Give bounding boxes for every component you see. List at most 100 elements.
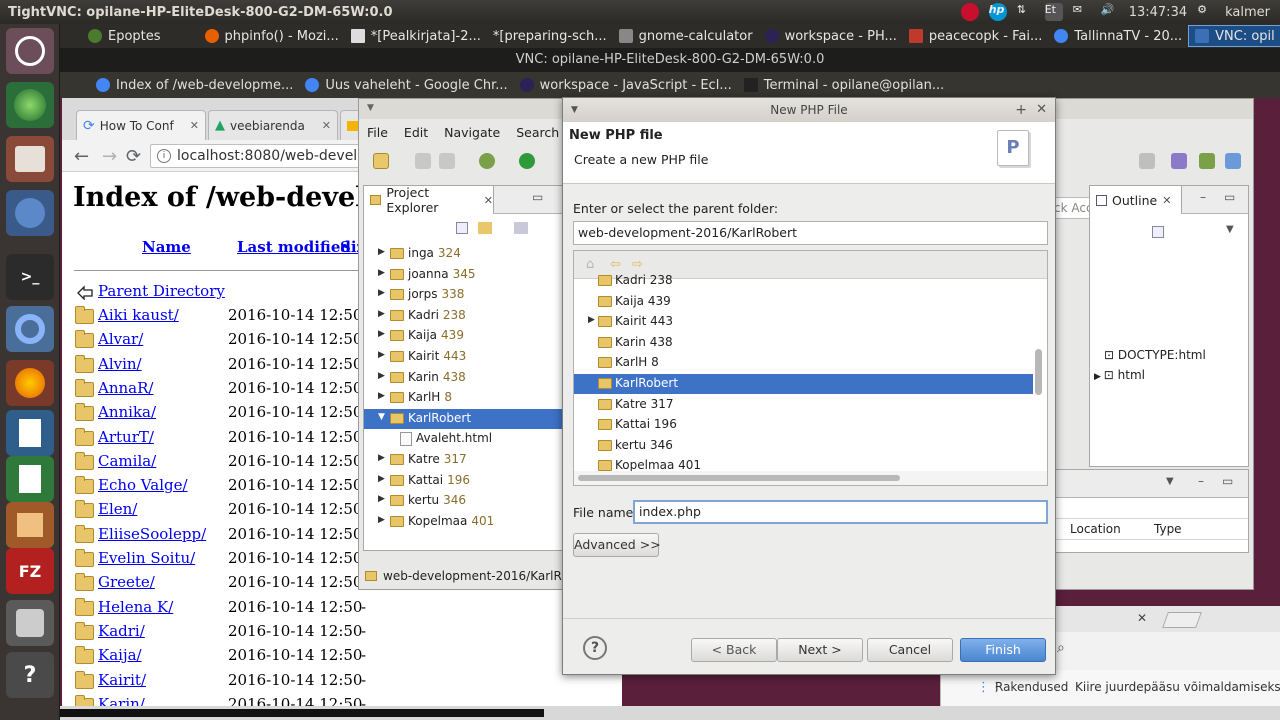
remote-task-terminal[interactable]: Terminal - opilane@opilan... — [738, 74, 951, 96]
task-phpinfo[interactable]: phpinfo() - Mozi... — [167, 25, 345, 47]
folder-tree-item[interactable]: KarlH 8 — [574, 353, 1033, 373]
directory-link[interactable]: Evelin Soitu/ — [98, 549, 195, 567]
chevron-right-icon[interactable]: ▶ — [378, 329, 385, 339]
chevron-right-icon[interactable]: ▶ — [378, 247, 385, 257]
menu-search[interactable]: Search — [508, 125, 567, 140]
directory-link[interactable]: Karin/ — [98, 695, 145, 706]
back-button[interactable]: < Back — [691, 638, 777, 662]
horizontal-scrollbar[interactable] — [574, 471, 1047, 485]
directory-link[interactable]: ArturT/ — [98, 428, 154, 446]
directory-link[interactable]: Elen/ — [98, 500, 137, 518]
impress-icon[interactable] — [6, 502, 54, 548]
new-tab-button[interactable] — [1162, 612, 1202, 628]
tree-item-folder[interactable]: ▶ KarlH 8 — [364, 388, 572, 408]
remote-task-index[interactable]: Index of /web-developme... — [60, 74, 299, 96]
tree-item-folder[interactable]: ▶ Kattai 196 — [364, 471, 572, 491]
terminal-icon[interactable]: >_ — [6, 254, 54, 300]
home-icon[interactable]: ⌂ — [586, 257, 594, 272]
remote-task-uus-vaheleht[interactable]: Uus vaheleht - Google Chr... — [299, 74, 513, 96]
clock[interactable]: 13:47:34 — [1129, 5, 1187, 20]
app-icon[interactable] — [6, 600, 54, 646]
debug-perspective-icon[interactable] — [1199, 153, 1215, 169]
column-type[interactable]: Type — [1154, 522, 1182, 536]
parent-directory-link[interactable]: Parent Directory — [98, 282, 225, 300]
remote-task-eclipse[interactable]: workspace - JavaScript - Ecl... — [514, 74, 738, 96]
directory-link[interactable]: Kaija/ — [98, 646, 142, 664]
chevron-right-icon[interactable]: ▶ — [378, 268, 385, 278]
task-peacecopk[interactable]: peacecopk - Fai... — [903, 25, 1048, 47]
file-name-input[interactable]: index.php — [633, 500, 1048, 524]
chevron-right-icon[interactable]: ▶ — [378, 494, 385, 504]
calc-icon[interactable] — [6, 456, 54, 502]
task-vnc[interactable]: VNC: opil — [1188, 25, 1280, 47]
save-icon[interactable] — [415, 153, 431, 169]
tree-item-folder[interactable]: ▼ KarlRobert — [364, 408, 572, 429]
close-icon[interactable]: ✕ — [190, 119, 199, 132]
tab-how-to-conf[interactable]: ⟳ How To Conf ✕ — [76, 110, 206, 140]
column-location[interactable]: Location — [1070, 522, 1121, 536]
help-icon[interactable]: ? — [583, 636, 607, 660]
tree-item-folder[interactable]: ▶ Kairit 443 — [364, 347, 572, 367]
close-icon[interactable]: ✕ — [484, 194, 493, 207]
view-menu-icon[interactable] — [514, 222, 528, 234]
files-icon[interactable] — [6, 136, 54, 182]
tree-item-folder[interactable]: ▶ Katre 317 — [364, 450, 572, 470]
tree-item-folder[interactable]: ▶ joanna 345 — [364, 265, 572, 285]
back-icon[interactable]: ⇦ — [610, 257, 621, 272]
directory-link[interactable]: EliiseSoolepp/ — [98, 525, 206, 543]
directory-link[interactable]: Alvin/ — [98, 355, 142, 373]
tab-outline[interactable]: Outline ✕ — [1090, 186, 1182, 214]
reload-button[interactable]: ⟳ — [126, 146, 141, 167]
task-calculator[interactable]: gnome-calculator — [613, 25, 759, 47]
record-icon[interactable] — [960, 3, 979, 21]
minimize-icon[interactable]: – — [1198, 474, 1204, 488]
chevron-right-icon[interactable]: ▶ — [378, 350, 385, 360]
link-editor-icon[interactable] — [478, 222, 492, 234]
web-perspective-icon[interactable] — [1225, 153, 1241, 169]
folder-tree-item[interactable]: ▶ Kairit 443 — [574, 312, 1033, 332]
view-menu-icon[interactable]: ▼ — [1226, 224, 1234, 235]
ubuntu-dash-icon[interactable] — [6, 28, 54, 74]
task-tallinnatv[interactable]: TallinnaTV - 20... — [1048, 25, 1188, 47]
advanced-button[interactable]: Advanced >> — [573, 533, 661, 557]
php-perspective-icon[interactable] — [1171, 153, 1187, 169]
user-name[interactable]: kalmer — [1225, 5, 1270, 20]
apps-link[interactable]: Rakendused — [995, 680, 1068, 694]
keyboard-layout[interactable]: Et — [1044, 3, 1063, 21]
folder-tree-item[interactable]: Kaija 439 — [574, 292, 1033, 312]
tree-item-folder[interactable]: ▶ Kopelmaa 401 — [364, 512, 572, 532]
directory-link[interactable]: Kairit/ — [98, 671, 146, 689]
chevron-right-icon[interactable]: ▶ — [378, 309, 385, 319]
writer-icon[interactable] — [6, 410, 54, 456]
expand-arrow-icon[interactable]: ▶ — [1094, 372, 1104, 382]
filezilla-icon[interactable]: FZ — [6, 548, 54, 594]
folder-tree-item[interactable]: Kadri 238 — [574, 271, 1033, 291]
folder-tree-item[interactable]: KarlRobert — [574, 374, 1033, 394]
folder-tree-item[interactable]: Karin 438 — [574, 333, 1033, 353]
perspective-icon[interactable] — [1139, 153, 1155, 169]
help-icon[interactable]: ? — [6, 652, 54, 698]
vnc-viewer-icon[interactable] — [6, 82, 54, 128]
thunderbird-icon[interactable] — [6, 190, 54, 236]
window-menu-icon[interactable]: ▼ — [571, 98, 578, 122]
chevron-right-icon[interactable]: ▶ — [378, 515, 385, 525]
minimize-icon[interactable]: ▭ — [532, 190, 543, 204]
scrollbar-thumb[interactable] — [578, 475, 900, 481]
tree-item-file[interactable]: Avaleht.html — [364, 429, 572, 449]
directory-link[interactable]: AnnaR/ — [98, 379, 153, 397]
forward-icon[interactable]: ⇨ — [632, 257, 643, 272]
finish-button[interactable]: Finish — [960, 638, 1046, 662]
gear-icon[interactable]: ⚙ — [1197, 3, 1215, 21]
folder-tree-item[interactable]: Kattai 196 — [574, 415, 1033, 435]
folder-tree-item[interactable]: kertu 346 — [574, 436, 1033, 456]
chevron-right-icon[interactable]: ▶ — [378, 371, 385, 381]
sort-by-modified-link[interactable]: Last modified — [237, 238, 351, 256]
close-icon[interactable]: ✕ — [1137, 611, 1147, 625]
task-pealkirjata[interactable]: *[Pealkirjata]-2... — [345, 25, 487, 47]
scrollbar-thumb[interactable] — [1035, 349, 1042, 395]
chevron-right-icon[interactable]: ▶ — [378, 474, 385, 484]
close-icon[interactable]: ✕ — [1036, 98, 1047, 122]
menu-edit[interactable]: Edit — [396, 125, 436, 140]
tree-item-folder[interactable]: ▶ Kadri 238 — [364, 306, 572, 326]
folder-tree-item[interactable]: Katre 317 — [574, 395, 1033, 415]
